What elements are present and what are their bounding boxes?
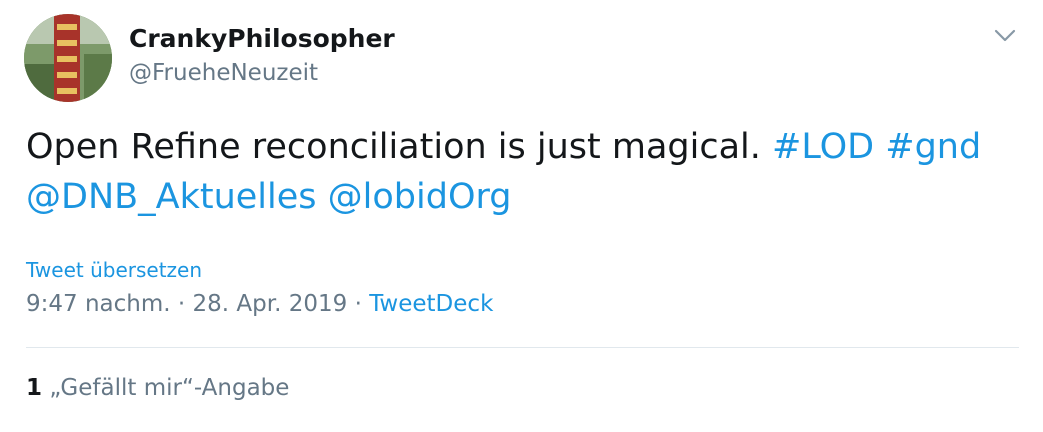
tweet-card: CrankyPhilosopher @FrueheNeuzeit Open Re… [0,0,1043,432]
likes-stat[interactable]: 1 „Gefällt mir“-Angabe [26,375,289,401]
mention-dnb-aktuelles[interactable]: @DNB_Aktuelles [26,177,317,217]
avatar-image [24,14,112,102]
likes-count: 1 [26,375,43,401]
tweet-source-link[interactable]: TweetDeck [369,291,493,317]
likes-label: „Gefällt mir“-Angabe [49,375,290,401]
tweet-meta: 9:47 nachm. · 28. Apr. 2019 · TweetDeck [26,288,493,320]
tweet-menu-button[interactable] [990,22,1020,50]
mention-lobidorg[interactable]: @lobidOrg [328,177,512,217]
tweet-date[interactable]: 28. Apr. 2019 [193,291,348,317]
display-name[interactable]: CrankyPhilosopher [129,22,395,56]
avatar[interactable] [24,14,112,102]
tweet-text: Open Refine reconciliation is just magic… [26,122,986,222]
chevron-down-icon [994,29,1016,42]
meta-separator: · [354,291,362,317]
translate-tweet-link[interactable]: Tweet übersetzen [26,258,202,282]
tweet-time[interactable]: 9:47 nachm. [26,291,171,317]
divider [26,347,1019,348]
meta-separator: · [177,291,186,317]
hashtag-gnd[interactable]: #gnd [885,127,981,167]
hashtag-lod[interactable]: #LOD [772,127,874,167]
author-info[interactable]: CrankyPhilosopher @FrueheNeuzeit [129,22,395,90]
user-handle[interactable]: @FrueheNeuzeit [129,56,395,90]
tweet-body: Open Refine reconciliation is just magic… [26,127,761,167]
